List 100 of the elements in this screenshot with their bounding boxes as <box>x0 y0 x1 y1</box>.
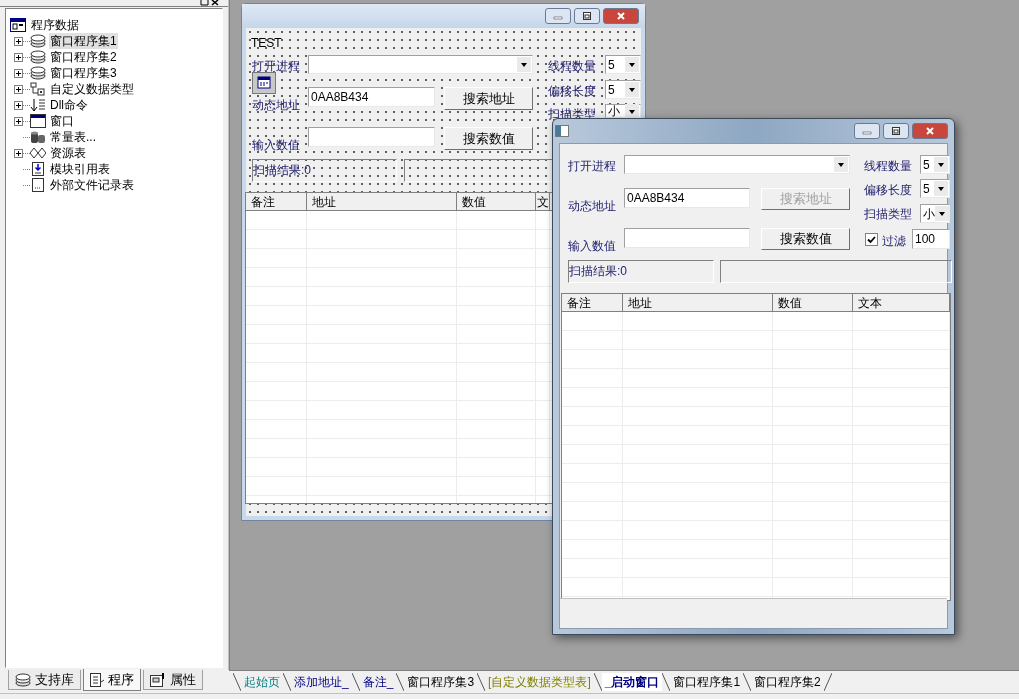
maximize-button[interactable] <box>574 8 600 24</box>
document-tab[interactable]: 起始页 <box>241 673 283 691</box>
column-header[interactable]: 地址 <box>307 193 457 211</box>
field-label: 扫描类型 <box>864 206 912 223</box>
tab-divider <box>283 673 291 691</box>
diamonds-icon <box>30 146 46 160</box>
tree-item[interactable]: 资源表 <box>49 145 87 161</box>
tab-divider <box>396 673 405 691</box>
expand-button[interactable] <box>14 52 23 62</box>
column-header[interactable]: 文本 <box>853 294 950 312</box>
timer-component-icon[interactable] <box>252 72 276 94</box>
document-tab[interactable]: 窗口程序集1 <box>670 673 744 691</box>
process-dropdown[interactable] <box>624 155 850 174</box>
tab-divider <box>593 673 602 691</box>
document-tab[interactable]: [自定义数据类型表] <box>485 673 594 691</box>
column-header[interactable]: 数值 <box>457 193 536 211</box>
maximize-icon <box>582 12 592 20</box>
expand-button[interactable] <box>14 100 23 110</box>
document-icon <box>30 178 46 192</box>
panel-tab[interactable]: 程序 <box>83 669 141 691</box>
threads-dropdown[interactable]: 5 <box>920 155 950 174</box>
panel-tab[interactable]: 属性 <box>143 670 203 690</box>
form-icon <box>150 672 166 687</box>
expand-button[interactable] <box>14 116 23 126</box>
maximize-button[interactable] <box>883 123 909 139</box>
column-header[interactable]: 备注 <box>562 294 623 312</box>
tab-divider <box>743 673 752 691</box>
document-tab[interactable]: _启动窗口 <box>601 673 663 691</box>
search-button: 搜索地址 <box>761 188 850 210</box>
filter-checkbox[interactable] <box>865 233 878 246</box>
column-header[interactable]: 数值 <box>773 294 853 312</box>
tree-item[interactable]: 常量表... <box>49 129 97 145</box>
list-icon <box>30 98 46 112</box>
expand-button[interactable] <box>14 148 23 158</box>
tab-divider <box>823 673 832 691</box>
value-field[interactable] <box>308 127 435 147</box>
result-label: 扫描结果:0 <box>252 159 397 182</box>
field-label: 动态地址 <box>252 97 300 114</box>
document-tab[interactable]: 备注_ <box>359 673 397 691</box>
tree-item[interactable]: 窗口程序集1 <box>49 33 118 49</box>
close-icon[interactable] <box>211 0 220 6</box>
shapes-icon <box>30 82 46 96</box>
tree-item[interactable]: 窗口程序集3 <box>49 65 118 81</box>
column-header[interactable]: 地址 <box>623 294 773 312</box>
close-icon <box>616 12 626 20</box>
column-header[interactable]: 备注 <box>246 193 307 211</box>
field-label: 线程数量 <box>548 58 596 75</box>
column-header[interactable]: 文 <box>536 193 550 211</box>
address-field[interactable]: 0AA8B434 <box>624 188 750 208</box>
restore-icon[interactable] <box>200 0 209 6</box>
address-field[interactable]: 0AA8B434 <box>308 87 435 107</box>
search-button[interactable]: 搜索数值 <box>444 127 533 150</box>
scan-type-dropdown[interactable]: 小 <box>920 204 950 223</box>
tree-item[interactable]: 程序数据 <box>31 17 79 33</box>
process-dropdown[interactable] <box>308 55 533 74</box>
filter-field[interactable]: 100 <box>912 229 950 249</box>
tab-divider <box>233 673 241 691</box>
field-label: 输入数值 <box>252 137 300 154</box>
window-icon <box>30 114 46 128</box>
document-icon <box>30 162 46 176</box>
tree-item[interactable]: 模块引用表 <box>49 161 111 177</box>
value-field[interactable] <box>624 228 750 248</box>
document-icon <box>90 672 104 687</box>
field-label: 打开进程 <box>568 158 616 175</box>
scan-type-dropdown[interactable]: 小 <box>605 104 641 118</box>
offset-dropdown[interactable]: 5 <box>605 80 641 99</box>
tab-divider <box>662 673 671 691</box>
search-button[interactable]: 搜索地址 <box>444 87 533 110</box>
form-caption: TEST <box>251 35 282 52</box>
panel-tab[interactable]: 支持库 <box>8 670 81 690</box>
expand-button[interactable] <box>14 68 23 78</box>
field-label: 偏移长度 <box>864 182 912 199</box>
document-tab[interactable]: 添加地址_ <box>291 673 352 691</box>
expand-button[interactable] <box>14 36 23 46</box>
close-button[interactable] <box>912 123 948 139</box>
document-tab[interactable]: 窗口程序集2 <box>751 673 824 691</box>
threads-dropdown[interactable]: 5 <box>605 55 641 74</box>
tree-item[interactable]: 窗口 <box>49 113 75 129</box>
tree-item[interactable]: 外部文件记录表 <box>49 177 135 193</box>
tree-item[interactable]: 自定义数据类型 <box>49 81 135 97</box>
tree-item[interactable]: Dll命令 <box>49 97 89 113</box>
close-icon <box>925 127 935 135</box>
offset-dropdown[interactable]: 5 <box>920 179 950 198</box>
close-button[interactable] <box>603 8 639 24</box>
field-label: 线程数量 <box>864 158 912 175</box>
field-label: 输入数值 <box>568 238 616 255</box>
document-tab[interactable]: 窗口程序集3 <box>404 673 478 691</box>
field-label: 打开进程 <box>252 58 300 75</box>
field-label: 动态地址 <box>568 198 616 215</box>
stack-icon <box>30 66 46 80</box>
tree-item[interactable]: 窗口程序集2 <box>49 49 118 65</box>
window-icon <box>10 18 26 32</box>
field-label: 偏移长度 <box>548 83 596 100</box>
stack-icon <box>30 34 46 48</box>
maximize-icon <box>891 127 901 135</box>
tab-divider <box>351 673 360 691</box>
field-label: 过滤 <box>882 233 906 250</box>
search-button[interactable]: 搜索数值 <box>761 228 850 250</box>
expand-button[interactable] <box>14 84 23 94</box>
stack-icon <box>30 50 46 64</box>
